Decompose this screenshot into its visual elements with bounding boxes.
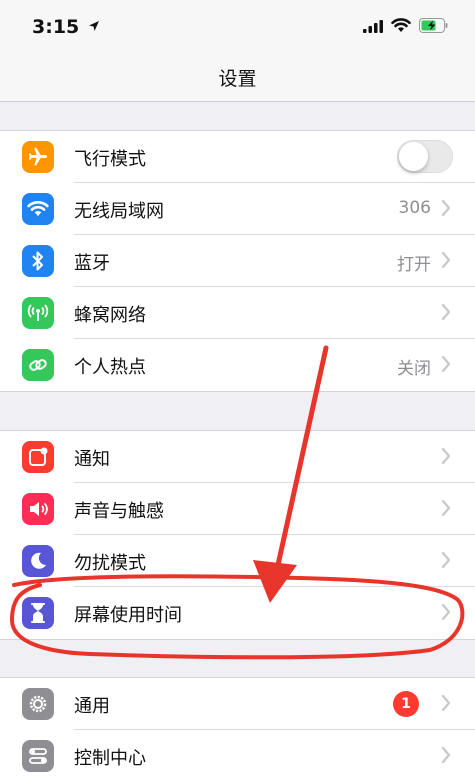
settings-group-connectivity: 飞行模式 无线局域网 306 蓝牙 打开 蜂窝网络 个人热点 关闭 — [0, 130, 475, 392]
row-control-center[interactable]: 控制中心 — [0, 730, 475, 782]
chevron-right-icon — [441, 251, 451, 269]
row-label: 通知 — [74, 449, 110, 470]
wifi-icon — [22, 193, 54, 225]
moon-icon — [22, 545, 54, 577]
row-label: 声音与触感 — [74, 501, 164, 522]
chevron-right-icon — [441, 551, 451, 569]
row-label: 飞行模式 — [74, 149, 146, 170]
row-general[interactable]: 通用 1 — [0, 678, 475, 730]
navigation-bar: 设置 — [0, 54, 475, 102]
row-label: 无线局域网 — [74, 201, 164, 222]
page-title: 设置 — [218, 68, 257, 90]
row-personal-hotspot[interactable]: 个人热点 关闭 — [0, 339, 475, 391]
settings-group-general: 通用 1 控制中心 — [0, 677, 475, 782]
hotspot-link-icon — [22, 349, 54, 381]
chevron-right-icon — [441, 499, 451, 517]
status-time: 3:15 — [32, 16, 100, 38]
row-value: 306 — [398, 198, 431, 218]
row-value: 打开 — [397, 255, 431, 275]
hourglass-icon — [22, 597, 54, 629]
row-bluetooth[interactable]: 蓝牙 打开 — [0, 235, 475, 287]
row-sounds-haptics[interactable]: 声音与触感 — [0, 483, 475, 535]
wifi-status-icon — [391, 18, 411, 32]
row-label: 蓝牙 — [74, 253, 110, 274]
row-wlan[interactable]: 无线局域网 306 — [0, 183, 475, 235]
settings-group-notifications: 通知 声音与触感 勿扰模式 屏幕使用时间 — [0, 430, 475, 640]
chevron-right-icon — [441, 199, 451, 217]
notifications-icon — [22, 441, 54, 473]
chevron-right-icon — [441, 694, 451, 712]
chevron-right-icon — [441, 447, 451, 465]
speaker-icon — [22, 493, 54, 525]
status-bar: 3:15 — [0, 0, 475, 54]
row-label: 通用 — [74, 696, 110, 717]
row-label: 蜂窝网络 — [74, 305, 146, 326]
cellular-antenna-icon — [22, 297, 54, 329]
row-label: 控制中心 — [74, 748, 146, 769]
update-badge: 1 — [393, 691, 419, 717]
cellular-signal-icon — [363, 19, 383, 33]
row-screen-time[interactable]: 屏幕使用时间 — [0, 587, 475, 639]
row-value: 关闭 — [397, 359, 431, 379]
row-airplane-mode[interactable]: 飞行模式 — [0, 131, 475, 183]
toggle-knob — [399, 142, 428, 171]
airplane-mode-toggle[interactable] — [397, 140, 453, 173]
airplane-icon — [22, 141, 54, 173]
row-do-not-disturb[interactable]: 勿扰模式 — [0, 535, 475, 587]
control-center-icon — [22, 740, 54, 772]
gear-icon — [22, 688, 54, 720]
bluetooth-icon — [22, 245, 54, 277]
row-label: 勿扰模式 — [74, 553, 146, 574]
battery-charging-icon — [419, 18, 448, 33]
chevron-right-icon — [441, 303, 451, 321]
row-notifications[interactable]: 通知 — [0, 431, 475, 483]
location-arrow-icon — [88, 21, 99, 31]
chevron-right-icon — [441, 355, 451, 373]
chevron-right-icon — [441, 746, 451, 764]
row-cellular[interactable]: 蜂窝网络 — [0, 287, 475, 339]
row-label: 个人热点 — [74, 357, 146, 378]
chevron-right-icon — [441, 603, 451, 621]
row-label: 屏幕使用时间 — [74, 605, 182, 626]
